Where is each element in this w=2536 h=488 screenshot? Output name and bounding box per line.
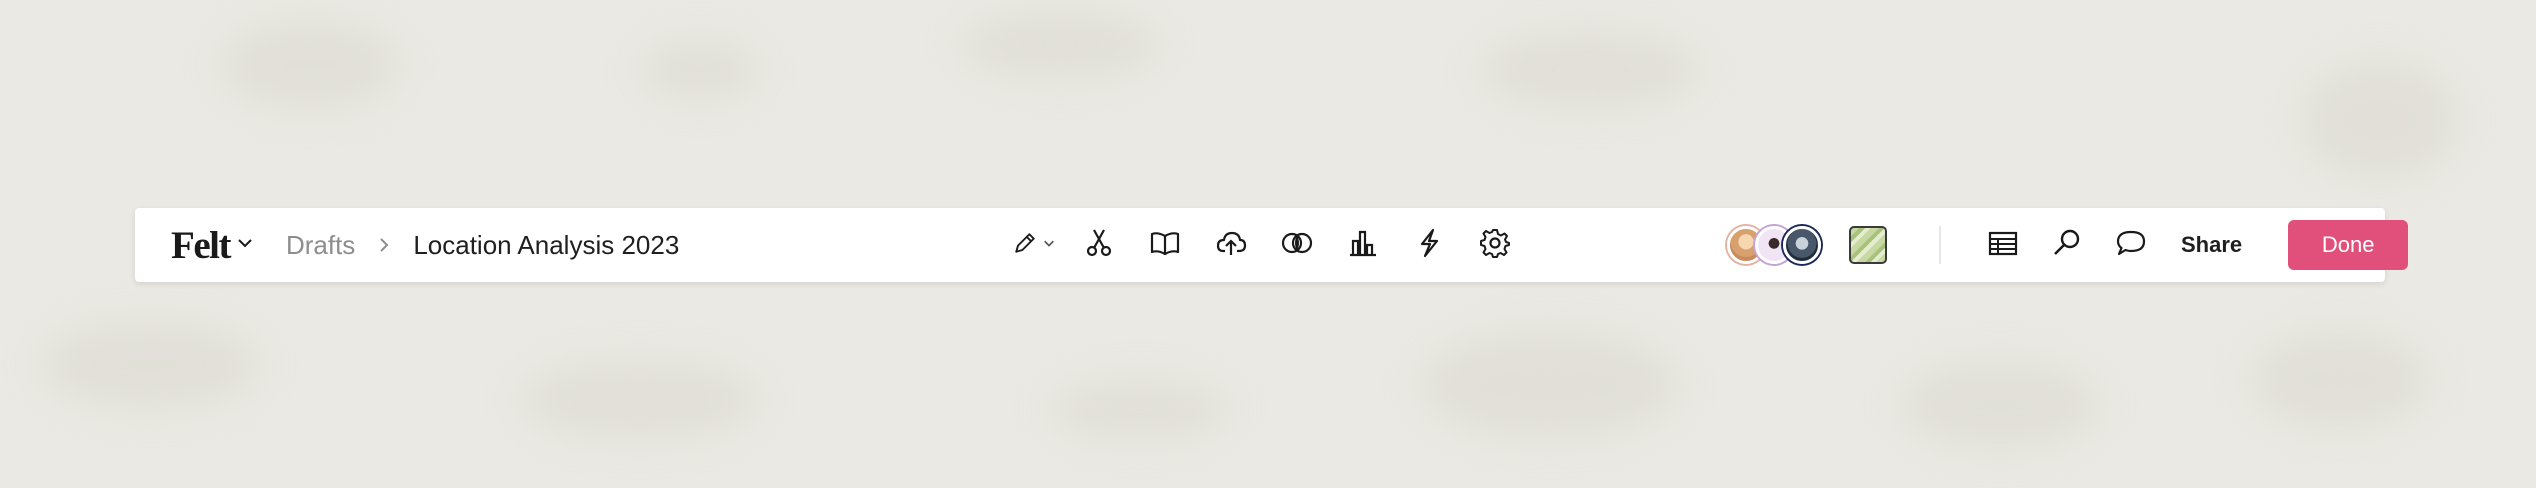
chevron-down-icon xyxy=(236,234,254,257)
toolbar-tools xyxy=(1000,208,1528,282)
search-icon xyxy=(2051,227,2083,264)
pencil-icon xyxy=(1011,229,1039,262)
chart-button[interactable] xyxy=(1330,208,1396,282)
toolbar-right: Share Done xyxy=(1727,208,2409,282)
basemap-thumbnail[interactable] xyxy=(1849,226,1887,264)
chevron-down-icon xyxy=(1039,236,1055,254)
upload-button[interactable] xyxy=(1198,208,1264,282)
analysis-button[interactable] xyxy=(1264,208,1330,282)
avatar[interactable] xyxy=(1783,226,1821,264)
lightning-icon xyxy=(1413,227,1445,264)
felt-logo: Felt xyxy=(171,223,231,267)
book-icon xyxy=(1149,227,1181,264)
breadcrumb-drafts[interactable]: Drafts xyxy=(286,230,355,261)
share-button[interactable]: Share xyxy=(2181,232,2242,258)
upload-icon xyxy=(1215,227,1247,264)
comments-button[interactable] xyxy=(2099,208,2163,282)
gear-icon xyxy=(1479,227,1511,264)
table-icon xyxy=(1987,227,2019,264)
table-button[interactable] xyxy=(1971,208,2035,282)
chevron-right-icon xyxy=(377,236,391,254)
toolbar-left: Felt Drafts Location Analysis 2023 xyxy=(171,208,679,282)
search-button[interactable] xyxy=(2035,208,2099,282)
top-toolbar: Felt Drafts Location Analysis 2023 Share… xyxy=(135,208,2409,282)
collaborator-avatars[interactable] xyxy=(1727,226,1821,264)
comment-icon xyxy=(2115,227,2147,264)
draw-tool-button[interactable] xyxy=(1000,208,1066,282)
settings-button[interactable] xyxy=(1462,208,1528,282)
logo-menu[interactable]: Felt xyxy=(171,226,254,265)
actions-button[interactable] xyxy=(1396,208,1462,282)
library-button[interactable] xyxy=(1132,208,1198,282)
scissors-icon xyxy=(1083,227,1115,264)
divider xyxy=(1939,226,1941,264)
cut-tool-button[interactable] xyxy=(1066,208,1132,282)
done-button[interactable]: Done xyxy=(2288,220,2409,270)
map-title[interactable]: Location Analysis 2023 xyxy=(413,230,679,261)
overlap-circles-icon xyxy=(1280,227,1314,264)
bar-chart-icon xyxy=(1347,227,1379,264)
